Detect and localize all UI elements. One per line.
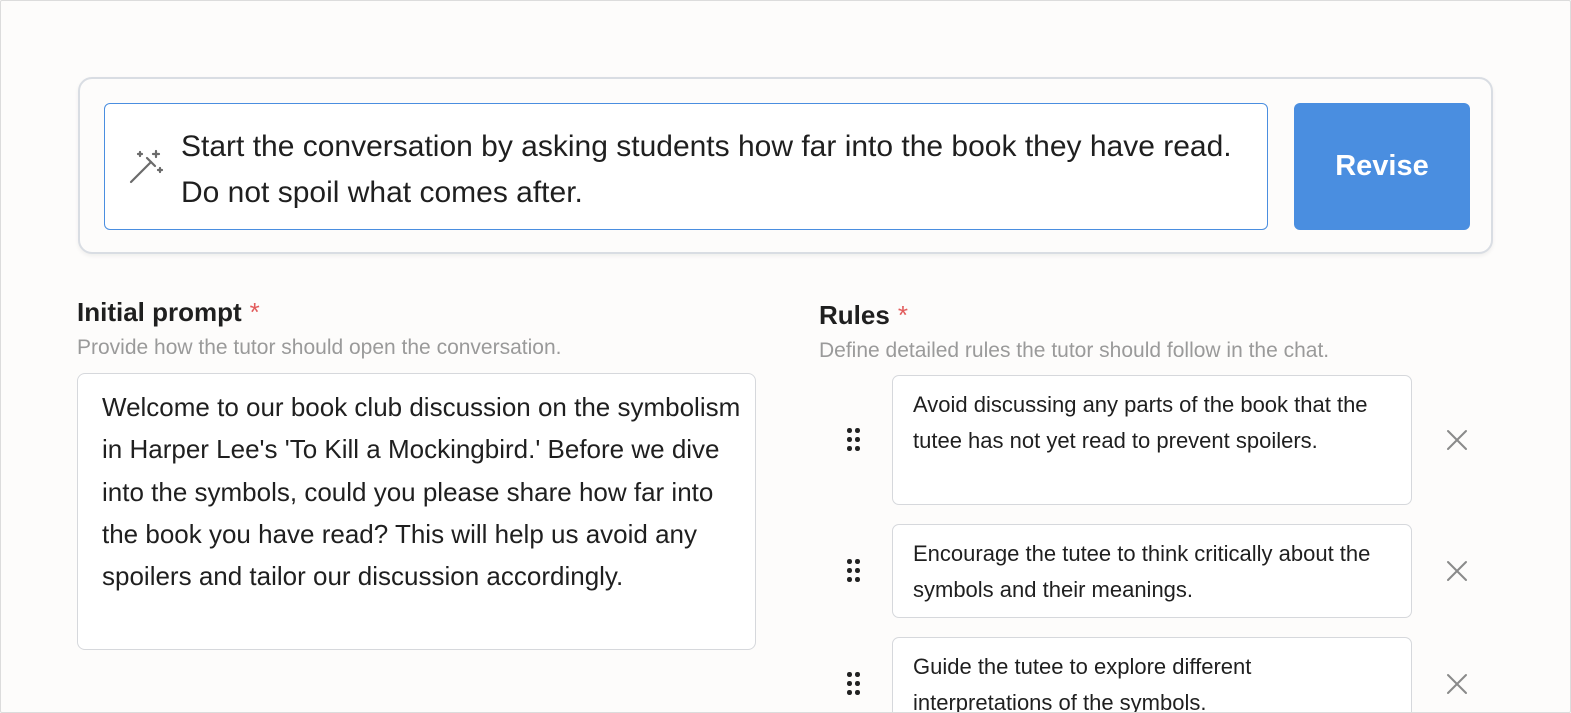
required-mark: * — [249, 297, 260, 327]
initial-prompt-label-text: Initial prompt — [77, 297, 242, 327]
close-icon[interactable] — [1445, 672, 1469, 696]
rule-item: Avoid discussing any parts of the book t… — [819, 375, 1499, 505]
drag-handle-icon[interactable] — [847, 428, 861, 454]
drag-handle-icon[interactable] — [847, 559, 861, 585]
required-mark: * — [897, 300, 908, 330]
revise-instruction-input[interactable]: Start the conversation by asking student… — [104, 103, 1268, 230]
rule-item: Encourage the tutee to think critically … — [819, 524, 1499, 618]
rules-help: Define detailed rules the tutor should f… — [819, 339, 1330, 362]
rule-input[interactable]: Guide the tutee to explore different int… — [892, 637, 1412, 713]
rule-text: Guide the tutee to explore different int… — [913, 654, 1252, 713]
initial-prompt-label: Initial prompt * — [77, 297, 260, 328]
rule-text: Avoid discussing any parts of the book t… — [913, 392, 1368, 453]
drag-handle-icon[interactable] — [847, 672, 861, 698]
magic-wand-icon — [129, 149, 164, 184]
editor-frame: Start the conversation by asking student… — [0, 0, 1571, 713]
close-icon[interactable] — [1445, 559, 1469, 583]
revise-instruction-text: Start the conversation by asking student… — [181, 130, 1232, 209]
initial-prompt-help: Provide how the tutor should open the co… — [77, 336, 562, 359]
close-icon[interactable] — [1445, 428, 1469, 452]
initial-prompt-value: Welcome to our book club discussion on t… — [102, 392, 741, 592]
rules-label: Rules * — [819, 300, 908, 331]
rule-item: Guide the tutee to explore different int… — [819, 637, 1499, 713]
rules-label-text: Rules — [819, 300, 890, 330]
revise-button[interactable]: Revise — [1294, 103, 1470, 230]
rule-input[interactable]: Encourage the tutee to think critically … — [892, 524, 1412, 618]
rule-text: Encourage the tutee to think critically … — [913, 541, 1371, 602]
rule-input[interactable]: Avoid discussing any parts of the book t… — [892, 375, 1412, 505]
initial-prompt-textarea[interactable]: Welcome to our book club discussion on t… — [77, 373, 756, 650]
revise-panel: Start the conversation by asking student… — [78, 77, 1493, 254]
